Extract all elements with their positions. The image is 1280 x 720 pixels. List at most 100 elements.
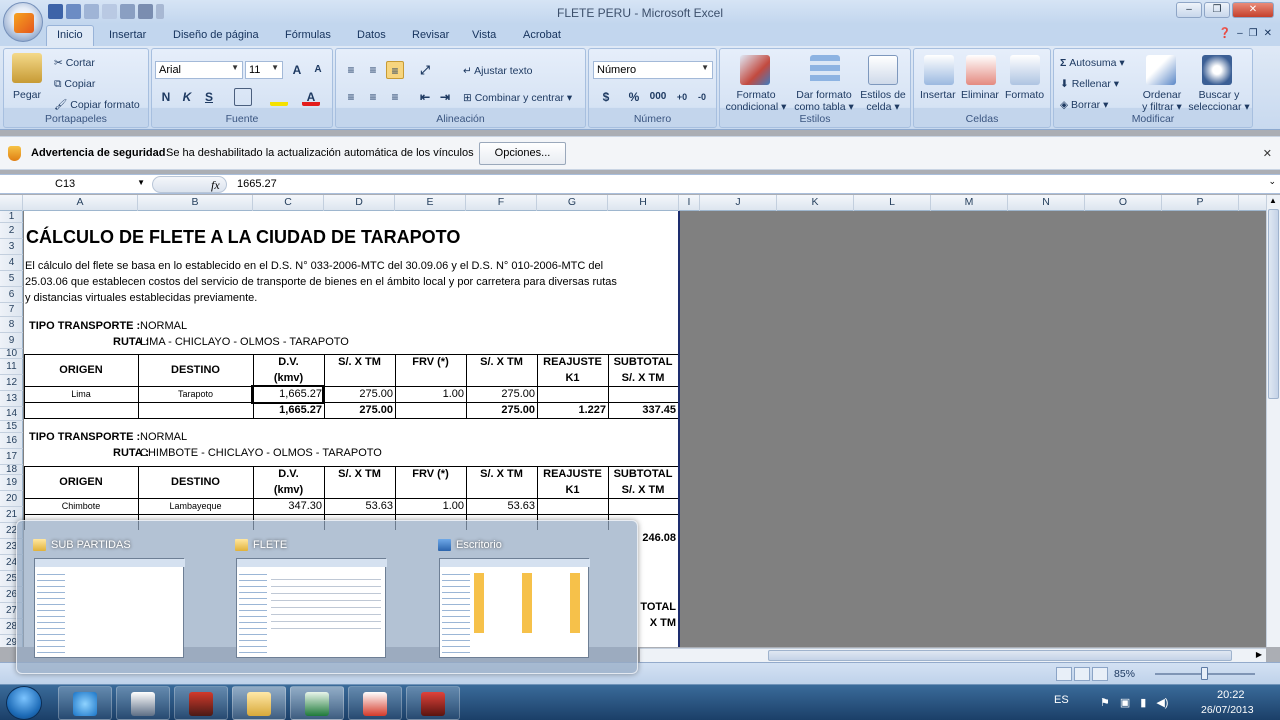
network-icon[interactable]: ▮ <box>1140 696 1146 709</box>
binoculars-icon[interactable] <box>1202 55 1232 85</box>
column-header[interactable]: I <box>679 195 700 211</box>
italic-button[interactable]: K <box>178 88 196 106</box>
row-header[interactable]: 7 <box>0 303 23 317</box>
device-icon[interactable]: ▣ <box>1120 696 1130 709</box>
clock-date[interactable]: 26/07/2013 <box>1201 704 1254 716</box>
minimize-button[interactable]: – <box>1176 2 1202 18</box>
underline-button[interactable]: S <box>200 88 218 106</box>
conditional-format-button[interactable]: Formato condicional ▾ <box>724 89 788 113</box>
language-indicator[interactable]: ES <box>1054 694 1069 706</box>
align-middle-icon[interactable]: ≡ <box>364 61 382 79</box>
cell-destino[interactable]: Lambayeque <box>138 499 253 514</box>
clear-button[interactable]: ◈ Borrar ▾ <box>1060 99 1108 111</box>
column-header[interactable]: M <box>931 195 1008 211</box>
tab-acrobat[interactable]: Acrobat <box>523 29 561 41</box>
row-header[interactable]: 4 <box>0 255 23 271</box>
currency-icon[interactable]: $ <box>595 88 617 106</box>
taskbar-acrobat[interactable] <box>348 686 402 720</box>
bold-button[interactable]: N <box>157 88 175 106</box>
cell-frv[interactable]: 1.00 <box>395 499 464 514</box>
total-dv[interactable]: 1,665.27 <box>253 403 322 418</box>
row-header[interactable]: 2 <box>0 223 23 239</box>
cut-button[interactable]: ✂ Cortar <box>54 57 95 69</box>
cell-styles-icon[interactable] <box>868 55 898 85</box>
select-all-corner[interactable] <box>0 195 23 211</box>
column-header[interactable]: K <box>777 195 854 211</box>
column-header[interactable]: C <box>253 195 324 211</box>
vertical-scrollbar[interactable]: ▲ <box>1266 195 1280 647</box>
column-header[interactable]: P <box>1162 195 1239 211</box>
cell-origen[interactable]: Lima <box>24 387 138 402</box>
conditional-format-icon[interactable] <box>740 55 770 85</box>
insert-function-button[interactable]: fx <box>211 178 220 193</box>
row-header[interactable]: 13 <box>0 391 23 407</box>
increase-indent-icon[interactable]: ⇥ <box>436 88 454 106</box>
cell-sxtm-2[interactable]: 53.63 <box>466 499 535 514</box>
column-header[interactable]: N <box>1008 195 1085 211</box>
wrap-text-button[interactable]: ↵ Ajustar texto <box>463 65 533 77</box>
merge-center-button[interactable]: ⊞ Combinar y centrar ▾ <box>463 92 572 104</box>
row-header[interactable]: 10 <box>0 349 23 359</box>
align-center-icon[interactable]: ≡ <box>364 88 382 106</box>
start-button[interactable] <box>6 686 42 720</box>
page-break-icon[interactable] <box>1092 667 1108 681</box>
row-header[interactable]: 19 <box>0 475 23 491</box>
scroll-right-icon[interactable]: ▶ <box>1256 650 1262 659</box>
office-button[interactable] <box>3 2 43 42</box>
taskbar-app-2[interactable] <box>116 686 170 720</box>
format-cells-icon[interactable] <box>1010 55 1040 85</box>
number-format-combo[interactable]: Número ▼ <box>593 61 713 79</box>
align-bottom-icon[interactable]: ≡ <box>386 61 404 79</box>
font-name-combo[interactable]: Arial ▼ <box>155 61 243 79</box>
column-header[interactable]: G <box>537 195 608 211</box>
tab-diseno-pagina[interactable]: Diseño de página <box>173 29 259 41</box>
copy-button[interactable]: ⧉ Copiar <box>54 78 95 90</box>
total-k1[interactable]: 1.227 <box>537 403 606 418</box>
row-header[interactable]: 1 <box>0 211 23 223</box>
taskbar-app-7[interactable] <box>406 686 460 720</box>
volume-icon[interactable]: ◀) <box>1156 696 1168 709</box>
column-header[interactable]: F <box>466 195 537 211</box>
row-header[interactable]: 17 <box>0 449 23 465</box>
font-size-combo[interactable]: 11 ▼ <box>245 61 283 79</box>
preview-escritorio[interactable]: Escritorio <box>422 531 622 665</box>
row-header[interactable]: 3 <box>0 239 23 255</box>
row-header[interactable]: 14 <box>0 407 23 421</box>
format-cells-button[interactable]: Formato <box>1005 89 1044 101</box>
zoom-slider-handle[interactable] <box>1201 667 1208 680</box>
sort-filter-icon[interactable] <box>1146 55 1176 85</box>
ribbon-restore-icon[interactable]: ❐ <box>1249 28 1258 39</box>
row-header[interactable]: 11 <box>0 359 23 375</box>
cell-sxtm[interactable]: 275.00 <box>324 387 393 402</box>
paste-icon[interactable] <box>12 53 42 83</box>
options-button[interactable]: Opciones... <box>479 142 566 165</box>
delete-cells-icon[interactable] <box>966 55 996 85</box>
shrink-font-icon[interactable]: A <box>309 61 327 79</box>
decrease-decimal-icon[interactable]: -0 <box>693 88 711 106</box>
preview-sub-partidas[interactable]: SUB PARTIDAS <box>17 531 217 665</box>
cell-frv[interactable]: 1.00 <box>395 387 464 402</box>
column-header[interactable]: A <box>23 195 138 211</box>
tab-insertar[interactable]: Insertar <box>109 29 146 41</box>
close-button[interactable]: ✕ <box>1232 2 1274 18</box>
cell-dv[interactable]: 347.30 <box>253 499 322 514</box>
formula-input[interactable]: 1665.27 <box>237 178 277 190</box>
cell-destino[interactable]: Tarapoto <box>138 387 253 402</box>
total-sxtm-2[interactable]: 275.00 <box>466 403 535 418</box>
ribbon-minimize-icon[interactable]: – <box>1237 28 1243 39</box>
delete-cells-button[interactable]: Eliminar <box>961 89 999 101</box>
taskbar-excel[interactable] <box>290 686 344 720</box>
autosum-button[interactable]: Σ Autosuma ▾ <box>1060 57 1125 69</box>
column-header[interactable]: D <box>324 195 395 211</box>
row-header[interactable]: 16 <box>0 433 23 449</box>
row-header[interactable]: 12 <box>0 375 23 391</box>
cell-sxtm[interactable]: 53.63 <box>324 499 393 514</box>
row-header[interactable]: 15 <box>0 421 23 433</box>
close-icon[interactable]: ✕ <box>1263 147 1272 160</box>
tab-inicio[interactable]: Inicio <box>46 25 94 46</box>
column-header[interactable]: L <box>854 195 931 211</box>
normal-view-icon[interactable] <box>1056 667 1072 681</box>
column-header[interactable]: J <box>700 195 777 211</box>
row-header[interactable]: 20 <box>0 491 23 507</box>
horizontal-scrollbar[interactable]: ▶ <box>640 648 1266 662</box>
